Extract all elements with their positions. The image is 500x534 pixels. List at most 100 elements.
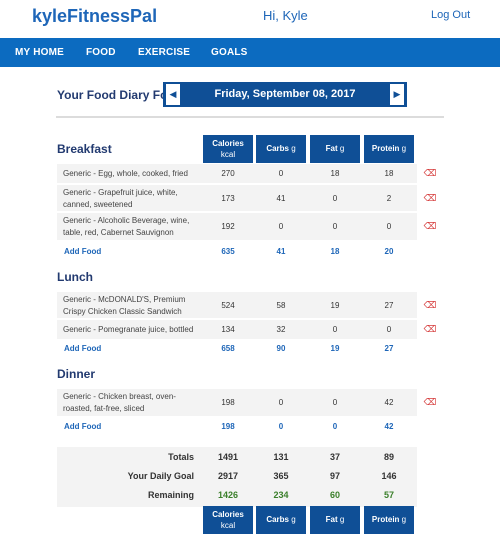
food-protein-value: 0 (386, 222, 392, 231)
header-name: Fat (325, 144, 338, 153)
totals-calories: 1491 (217, 452, 239, 462)
header-name: Protein (371, 144, 400, 153)
daily-goal-fat: 97 (329, 471, 340, 481)
nav-goals[interactable]: GOALS (211, 47, 248, 58)
nav-exercise[interactable]: EXERCISE (138, 47, 190, 58)
header-stack: Calories kcal (203, 506, 253, 531)
delete-icon[interactable]: ⌫ (420, 397, 440, 409)
meal-title-breakfast: Breakfast (57, 142, 112, 156)
subtotal-carbs: 41 (276, 247, 286, 256)
food-name[interactable]: Generic - Alcoholic Beverage, wine, tabl… (63, 215, 201, 239)
brand-logo[interactable]: kyleFitnessPal (32, 6, 157, 27)
delete-icon[interactable]: ⌫ (420, 324, 440, 336)
top-carbs-header: Carbs g (256, 135, 306, 163)
food-fat-value: 0 (332, 325, 338, 334)
remaining-fat: 60 (329, 490, 340, 500)
top-fat-header: Fat g (310, 135, 360, 163)
remaining-calories: 1426 (217, 490, 239, 500)
main-nav: MY HOME FOOD EXERCISE GOALS (0, 38, 500, 67)
header-unit: g (401, 515, 407, 524)
meal-title-lunch: Lunch (57, 270, 93, 284)
subtotal-carbs: 0 (278, 422, 284, 431)
add-food-link-dinner[interactable]: Add Food (64, 422, 101, 431)
totals-label: Totals (168, 452, 194, 462)
delete-icon[interactable]: ⌫ (420, 221, 440, 233)
header-unit: g (401, 144, 407, 153)
food-fat-value: 0 (332, 194, 338, 203)
diary-label: Your Food Diary For: (57, 88, 177, 102)
subtotal-protein: 42 (384, 422, 394, 431)
header-unit: kcal (220, 150, 236, 159)
bottom-fat-header: Fat g (310, 506, 360, 534)
food-carbs-value: 41 (276, 194, 286, 203)
food-name[interactable]: Generic - Egg, whole, cooked, fried (63, 168, 201, 180)
food-protein-value: 0 (386, 325, 392, 334)
food-carbs-value: 0 (278, 222, 284, 231)
totals-fat: 37 (329, 452, 340, 462)
food-calories-value: 173 (221, 194, 235, 203)
food-fat-value: 18 (330, 169, 340, 178)
nav-my-home[interactable]: MY HOME (15, 47, 64, 58)
diary-date: Friday, September 08, 2017 (214, 88, 356, 100)
subtotal-carbs: 90 (276, 344, 286, 353)
food-protein-value: 42 (384, 398, 394, 407)
header-unit: g (291, 144, 296, 153)
logout-link[interactable]: Log Out (431, 9, 470, 21)
food-calories-value: 198 (221, 398, 235, 407)
food-name[interactable]: Generic - Grapefruit juice, white, canne… (63, 187, 201, 211)
add-food-link-lunch[interactable]: Add Food (64, 344, 101, 353)
remaining-carbs: 234 (273, 490, 289, 500)
food-name[interactable]: Generic - McDONALD'S, Premium Crispy Chi… (63, 294, 201, 318)
arrow-right-icon[interactable]: ▶ (390, 84, 404, 105)
bottom-calories-header: Calories kcal (203, 506, 253, 534)
food-fat-value: 0 (332, 222, 338, 231)
daily-goal-carbs: 365 (273, 471, 289, 481)
top-bar: kyleFitnessPal Hi, Kyle Log Out (0, 0, 500, 38)
header-stack: Calories kcal (203, 135, 253, 160)
nav-food[interactable]: FOOD (86, 47, 116, 58)
meal-title-dinner: Dinner (57, 367, 96, 381)
subtotal-protein: 20 (384, 247, 394, 256)
daily-goal-calories: 2917 (217, 471, 239, 481)
top-calories-header: Calories kcal (203, 135, 253, 163)
header-unit: kcal (220, 521, 236, 530)
subtotal-calories: 635 (221, 247, 235, 256)
food-name[interactable]: Generic - Pomegranate juice, bottled (63, 324, 201, 336)
food-carbs-value: 32 (276, 325, 286, 334)
header-name: Fat (325, 515, 338, 524)
bottom-protein-header: Protein g (364, 506, 414, 534)
food-name[interactable]: Generic - Chicken breast, oven-roasted, … (63, 391, 201, 415)
delete-icon[interactable]: ⌫ (420, 168, 440, 180)
food-calories-value: 134 (221, 325, 235, 334)
food-fat-value: 19 (330, 301, 340, 310)
date-selector: ◀ Friday, September 08, 2017 ▶ (163, 82, 407, 107)
top-protein-header: Protein g (364, 135, 414, 163)
delete-icon[interactable]: ⌫ (420, 193, 440, 205)
subtotal-calories: 658 (221, 344, 235, 353)
food-protein-value: 18 (384, 169, 394, 178)
arrow-left-icon[interactable]: ◀ (166, 84, 180, 105)
header-unit: g (339, 144, 345, 153)
food-carbs-value: 58 (276, 301, 286, 310)
subtotal-protein: 27 (384, 344, 394, 353)
food-carbs-value: 0 (278, 169, 284, 178)
header-name: Carbs (266, 144, 289, 153)
daily-goal-protein: 146 (381, 471, 397, 481)
food-calories-value: 270 (221, 169, 235, 178)
remaining-label: Remaining (147, 490, 194, 500)
totals-carbs: 131 (273, 452, 289, 462)
header-name: Protein (371, 515, 400, 524)
subtotal-calories: 198 (221, 422, 235, 431)
subtotal-fat: 0 (332, 422, 338, 431)
daily-goal-label: Your Daily Goal (127, 471, 194, 481)
subtotal-fat: 19 (330, 344, 340, 353)
food-protein-value: 2 (386, 194, 392, 203)
add-food-link-breakfast[interactable]: Add Food (64, 247, 101, 256)
food-carbs-value: 0 (278, 398, 284, 407)
header-unit: g (291, 515, 296, 524)
delete-icon[interactable]: ⌫ (420, 300, 440, 312)
food-fat-value: 0 (332, 398, 338, 407)
totals-protein: 89 (383, 452, 394, 462)
header-unit: g (339, 515, 345, 524)
remaining-protein: 57 (383, 490, 394, 500)
